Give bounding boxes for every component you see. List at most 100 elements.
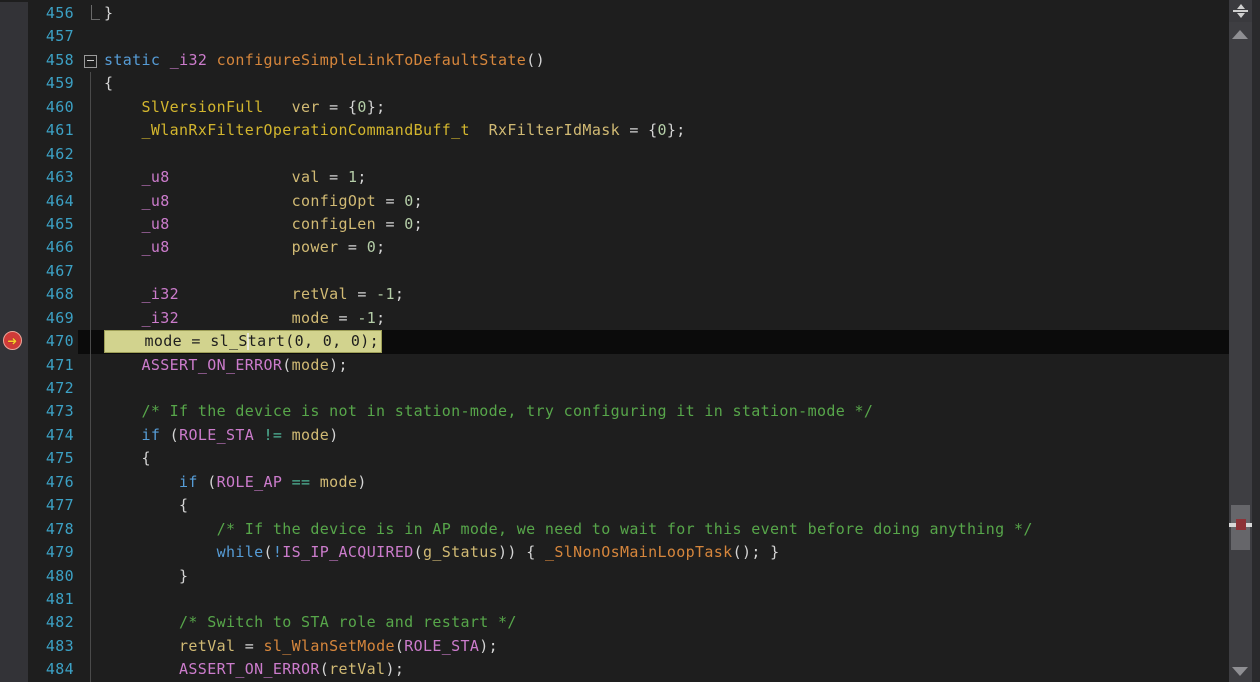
code-line-text[interactable] (104, 377, 1260, 400)
breakpoint-margin-cell[interactable] (0, 564, 28, 588)
breakpoint-margin-cell[interactable] (0, 541, 28, 565)
line-number[interactable]: 466 (28, 236, 78, 259)
code-line[interactable]: 481 (0, 587, 1260, 612)
code-line[interactable]: 475 { (0, 447, 1260, 471)
breakpoint-margin-cell[interactable] (0, 236, 28, 260)
breakpoint-margin-cell[interactable] (0, 189, 28, 213)
breakpoint-margin-cell[interactable] (0, 377, 28, 401)
code-line-text[interactable]: ASSERT_ON_ERROR(retVal); (104, 658, 1260, 681)
code-line-text[interactable]: while(!IS_IP_ACQUIRED(g_Status)) { _SlNo… (104, 541, 1260, 564)
breakpoint-margin-cell[interactable] (0, 283, 28, 307)
code-line[interactable]: 480 } (0, 564, 1260, 588)
code-line[interactable]: 457 (0, 25, 1260, 49)
code-line[interactable]: 456} (0, 2, 1260, 26)
code-line[interactable]: 483 retVal = sl_WlanSetMode(ROLE_STA); (0, 634, 1260, 659)
code-line-text[interactable]: _u8 val = 1; (104, 166, 1260, 189)
line-number[interactable]: 482 (28, 611, 78, 634)
code-line-text[interactable]: static _i32 configureSimpleLinkToDefault… (104, 49, 1260, 72)
breakpoint-margin-cell[interactable] (0, 423, 28, 448)
breakpoint-margin-cell[interactable] (0, 353, 28, 377)
line-number[interactable]: 463 (28, 166, 78, 189)
breakpoint-margin-cell[interactable] (0, 400, 28, 424)
breakpoint-margin-cell[interactable] (0, 212, 28, 237)
code-editor[interactable]: 456} 457 458 static _i32 configureSimpleLin… (0, 0, 1260, 682)
code-line[interactable]: 484 ASSERT_ON_ERROR(retVal); (0, 658, 1260, 682)
collapse-toggle-icon[interactable] (84, 55, 97, 68)
line-number[interactable]: 469 (28, 307, 78, 330)
code-line-text[interactable]: { (104, 72, 1260, 95)
line-number[interactable]: 479 (28, 541, 78, 564)
code-line-text[interactable]: _i32 mode = -1; (104, 307, 1260, 330)
code-line[interactable]: 460 SlVersionFull ver = {0}; (0, 95, 1260, 120)
line-number[interactable]: 472 (28, 377, 78, 400)
code-line-text[interactable]: { (104, 494, 1260, 517)
line-number[interactable]: 461 (28, 119, 78, 142)
code-line-text[interactable]: retVal = sl_WlanSetMode(ROLE_STA); (104, 635, 1260, 658)
code-line-text[interactable]: { (104, 447, 1260, 470)
breakpoint-margin-cell[interactable] (0, 447, 28, 471)
line-number[interactable]: 464 (28, 190, 78, 213)
line-number[interactable]: 467 (28, 260, 78, 283)
code-line-text[interactable]: /* If the device is not in station-mode,… (104, 400, 1260, 423)
code-line[interactable]: 477 { (0, 494, 1260, 518)
breakpoint-margin-cell[interactable] (0, 470, 28, 495)
breakpoint-margin-cell[interactable] (0, 25, 28, 49)
code-line[interactable]: 476 if (ROLE_AP == mode) (0, 470, 1260, 495)
line-number[interactable]: 480 (28, 565, 78, 588)
code-line-text[interactable]: _u8 configLen = 0; (104, 213, 1260, 236)
line-number[interactable]: 474 (28, 424, 78, 447)
code-line[interactable]: 464 _u8 configOpt = 0; (0, 189, 1260, 213)
code-line[interactable]: 461 _WlanRxFilterOperationCommandBuff_t … (0, 119, 1260, 143)
code-line-text[interactable]: if (ROLE_STA != mode) (104, 424, 1260, 447)
code-line-text[interactable]: mode = sl_Start(0, 0, 0); (104, 330, 1260, 354)
code-line[interactable]: 482 /* Switch to STA role and restart */ (0, 611, 1260, 635)
breakpoint-margin-cell[interactable] (0, 611, 28, 635)
line-number[interactable]: 465 (28, 213, 78, 236)
code-line-text[interactable]: _i32 retVal = -1; (104, 283, 1260, 306)
code-line[interactable]: 469 _i32 mode = -1; (0, 306, 1260, 331)
split-editor-handle-icon[interactable] (1229, 0, 1252, 22)
code-line[interactable]: 463 _u8 val = 1; (0, 166, 1260, 190)
code-line[interactable]: 468 _i32 retVal = -1; (0, 283, 1260, 307)
code-line[interactable]: 467 (0, 259, 1260, 284)
breakpoint-margin-cell[interactable] (0, 517, 28, 542)
breakpoint-current-arrow-icon[interactable]: ➜ (3, 331, 22, 350)
code-line-text[interactable]: _WlanRxFilterOperationCommandBuff_t RxFi… (104, 119, 1260, 142)
code-line[interactable]: 462 (0, 142, 1260, 167)
line-number[interactable]: 470 (28, 330, 78, 353)
line-number[interactable]: 460 (28, 96, 78, 119)
scroll-up-arrow-icon[interactable] (1232, 30, 1248, 39)
code-line-text[interactable] (104, 25, 1260, 48)
breakpoint-margin-cell[interactable] (0, 95, 28, 120)
code-line-text[interactable] (104, 143, 1260, 166)
code-line[interactable]: 474 if (ROLE_STA != mode) (0, 423, 1260, 448)
line-number[interactable]: 478 (28, 518, 78, 541)
breakpoint-margin-cell[interactable] (0, 494, 28, 518)
code-line-text[interactable]: /* If the device is in AP mode, we need … (104, 518, 1260, 541)
line-number[interactable]: 473 (28, 400, 78, 423)
line-number[interactable]: 459 (28, 72, 78, 95)
line-number[interactable]: 458 (28, 49, 78, 72)
line-number[interactable]: 471 (28, 354, 78, 377)
line-number[interactable]: 462 (28, 143, 78, 166)
code-line[interactable]: 470 mode = sl_Start(0, 0, 0); (0, 330, 1260, 354)
code-line-text[interactable]: } (104, 565, 1260, 588)
code-line[interactable]: 471 ASSERT_ON_ERROR(mode); (0, 353, 1260, 377)
breakpoint-margin-cell[interactable] (0, 259, 28, 284)
code-line[interactable]: 479 while(!IS_IP_ACQUIRED(g_Status)) { _… (0, 541, 1260, 565)
code-line-text[interactable]: if (ROLE_AP == mode) (104, 471, 1260, 494)
code-line[interactable]: 459 { (0, 72, 1260, 96)
scroll-down-arrow-icon[interactable] (1232, 667, 1248, 676)
code-line-text[interactable]: ASSERT_ON_ERROR(mode); (104, 354, 1260, 377)
line-number[interactable]: 476 (28, 471, 78, 494)
line-number[interactable]: 481 (28, 588, 78, 611)
code-line[interactable]: 465 _u8 configLen = 0; (0, 212, 1260, 237)
breakpoint-margin-cell[interactable] (0, 587, 28, 612)
line-number[interactable]: 468 (28, 283, 78, 306)
code-line-text[interactable]: _u8 power = 0; (104, 236, 1260, 259)
breakpoint-margin-cell[interactable] (0, 306, 28, 331)
line-number[interactable]: 456 (28, 2, 78, 25)
code-line-text[interactable]: /* Switch to STA role and restart */ (104, 611, 1260, 634)
breakpoint-margin-cell[interactable] (0, 658, 28, 682)
breakpoint-margin-cell[interactable] (0, 634, 28, 659)
